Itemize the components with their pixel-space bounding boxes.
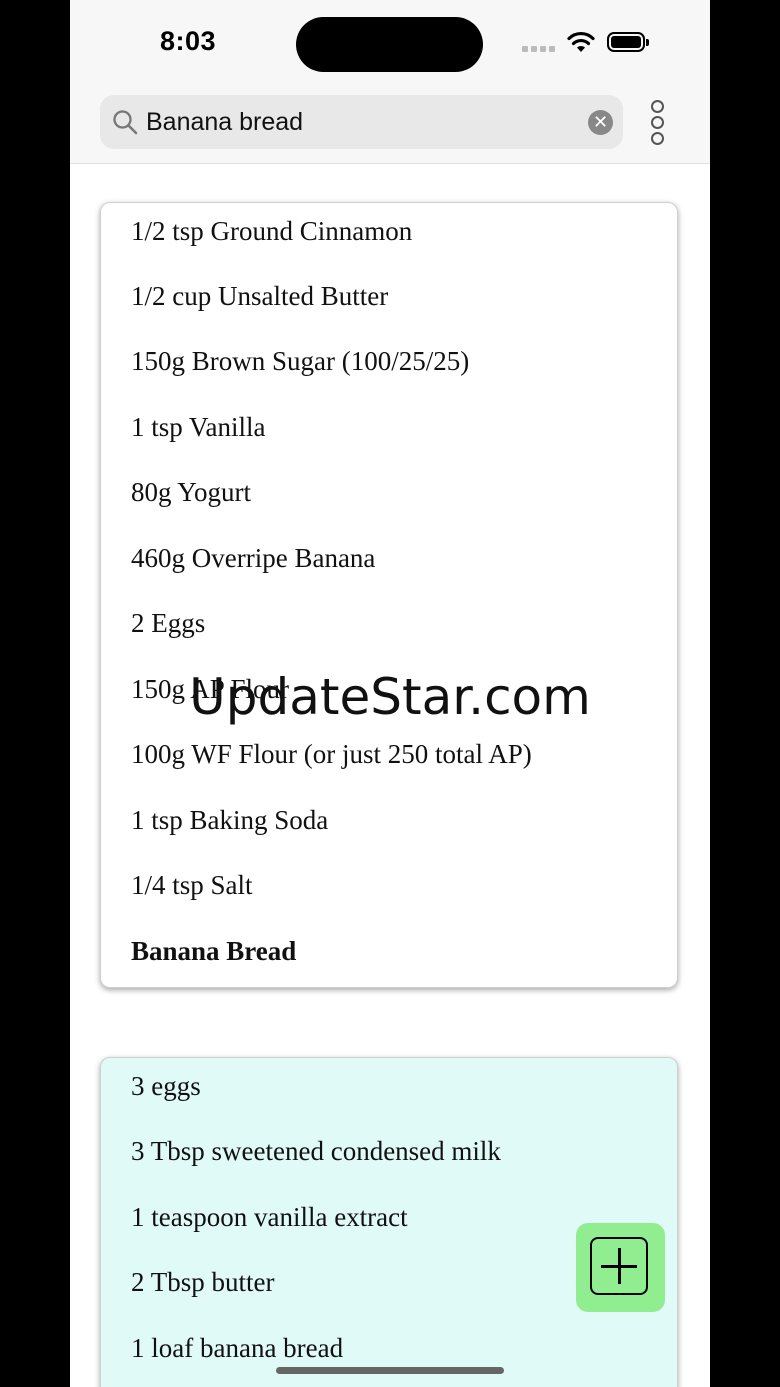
list-item: 1/2 tsp Ground Cinnamon bbox=[131, 216, 413, 246]
search-icon bbox=[113, 110, 138, 135]
recipe-card-banana-bread-french-toast[interactable]: 3 eggs 3 Tbsp sweetened condensed milk 1… bbox=[100, 1057, 678, 1387]
add-button[interactable] bbox=[576, 1223, 665, 1312]
list-item: 100g WF Flour (or just 250 total AP) bbox=[131, 739, 532, 769]
search-bar[interactable]: ✕ bbox=[100, 95, 623, 149]
phone-screen: 8:03 ✕ 1/2 tsp Ground Cinnamon 1/2 cup U… bbox=[70, 0, 710, 1387]
battery-icon bbox=[607, 32, 649, 52]
home-indicator[interactable] bbox=[276, 1367, 504, 1374]
list-item: 460g Overripe Banana bbox=[131, 543, 376, 573]
cellular-signal-icon bbox=[522, 46, 555, 52]
list-item: 80g Yogurt bbox=[131, 477, 252, 507]
list-item: 1 teaspoon vanilla extract bbox=[131, 1202, 408, 1232]
clear-search-icon[interactable]: ✕ bbox=[588, 110, 613, 135]
search-input[interactable] bbox=[146, 103, 566, 141]
list-item: 1/4 tsp Salt bbox=[131, 870, 253, 900]
list-item: 3 Tbsp sweetened condensed milk bbox=[131, 1136, 501, 1166]
list-item: 1 loaf banana bread bbox=[131, 1333, 344, 1363]
vertical-dots-icon[interactable] bbox=[647, 100, 667, 145]
list-item: 3 eggs bbox=[131, 1071, 201, 1101]
list-item: 1/2 cup Unsalted Butter bbox=[131, 281, 389, 311]
list-item: 150g AP Flour bbox=[131, 674, 290, 704]
top-bar: 8:03 ✕ bbox=[70, 0, 710, 164]
dynamic-island bbox=[296, 17, 483, 72]
status-icons bbox=[522, 28, 682, 58]
wifi-icon bbox=[567, 31, 595, 52]
add-square-icon bbox=[590, 1237, 648, 1295]
recipe-card-banana-bread[interactable]: 1/2 tsp Ground Cinnamon 1/2 cup Unsalted… bbox=[100, 202, 678, 988]
status-time: 8:03 bbox=[160, 26, 217, 56]
card-title: Banana Bread bbox=[131, 936, 297, 966]
list-item: 1 tsp Baking Soda bbox=[131, 805, 329, 835]
list-item: 1 tsp Vanilla bbox=[131, 412, 266, 442]
list-item: 2 Tbsp butter bbox=[131, 1267, 275, 1297]
list-item: 2 Eggs bbox=[131, 608, 206, 638]
list-item: 150g Brown Sugar (100/25/25) bbox=[131, 346, 470, 376]
